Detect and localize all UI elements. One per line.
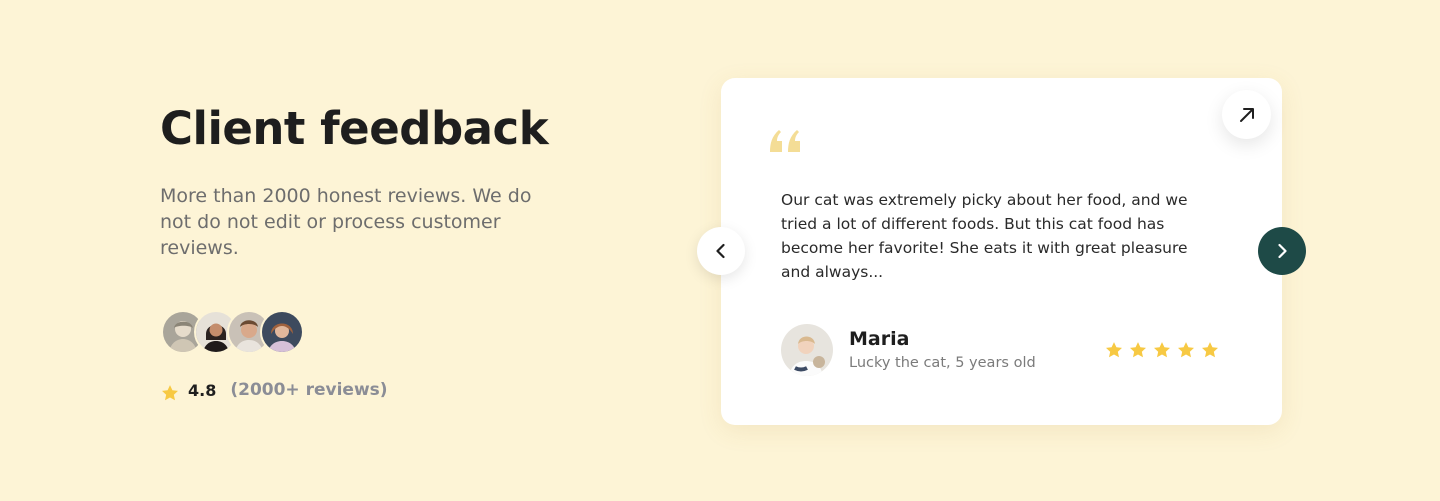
star-icon	[1178, 342, 1194, 358]
review-text: Our cat was extremely picky about her fo…	[781, 191, 1188, 281]
reviews-count: (2000+ reviews)	[230, 380, 388, 400]
star-icon	[1202, 342, 1218, 358]
star-icon	[1130, 342, 1146, 358]
star-icon	[1154, 342, 1170, 358]
star-icon	[162, 385, 178, 401]
author-avatar	[781, 324, 833, 376]
previous-review-button[interactable]	[697, 227, 745, 275]
section-title: Client feedback	[160, 102, 549, 155]
avatar	[260, 310, 304, 354]
rating-summary: 4.8 (2000+ reviews)	[160, 378, 388, 402]
quote-icon	[770, 130, 800, 152]
chevron-left-icon	[716, 243, 725, 259]
client-feedback-section: Client feedback More than 2000 honest re…	[0, 0, 1440, 501]
open-review-button[interactable]	[1222, 90, 1271, 139]
author-meta: Lucky the cat, 5 years old	[849, 355, 1036, 371]
rating-value: 4.8	[188, 380, 217, 400]
section-subtitle: More than 2000 honest reviews. We do not…	[160, 185, 532, 259]
star-icon	[1106, 342, 1122, 358]
author-name: Maria	[849, 328, 910, 350]
customer-avatars	[161, 310, 311, 354]
review-rating-stars	[1104, 340, 1220, 360]
arrow-up-right-icon	[1239, 107, 1254, 122]
chevron-right-icon	[1278, 243, 1287, 259]
next-review-button[interactable]	[1258, 227, 1306, 275]
